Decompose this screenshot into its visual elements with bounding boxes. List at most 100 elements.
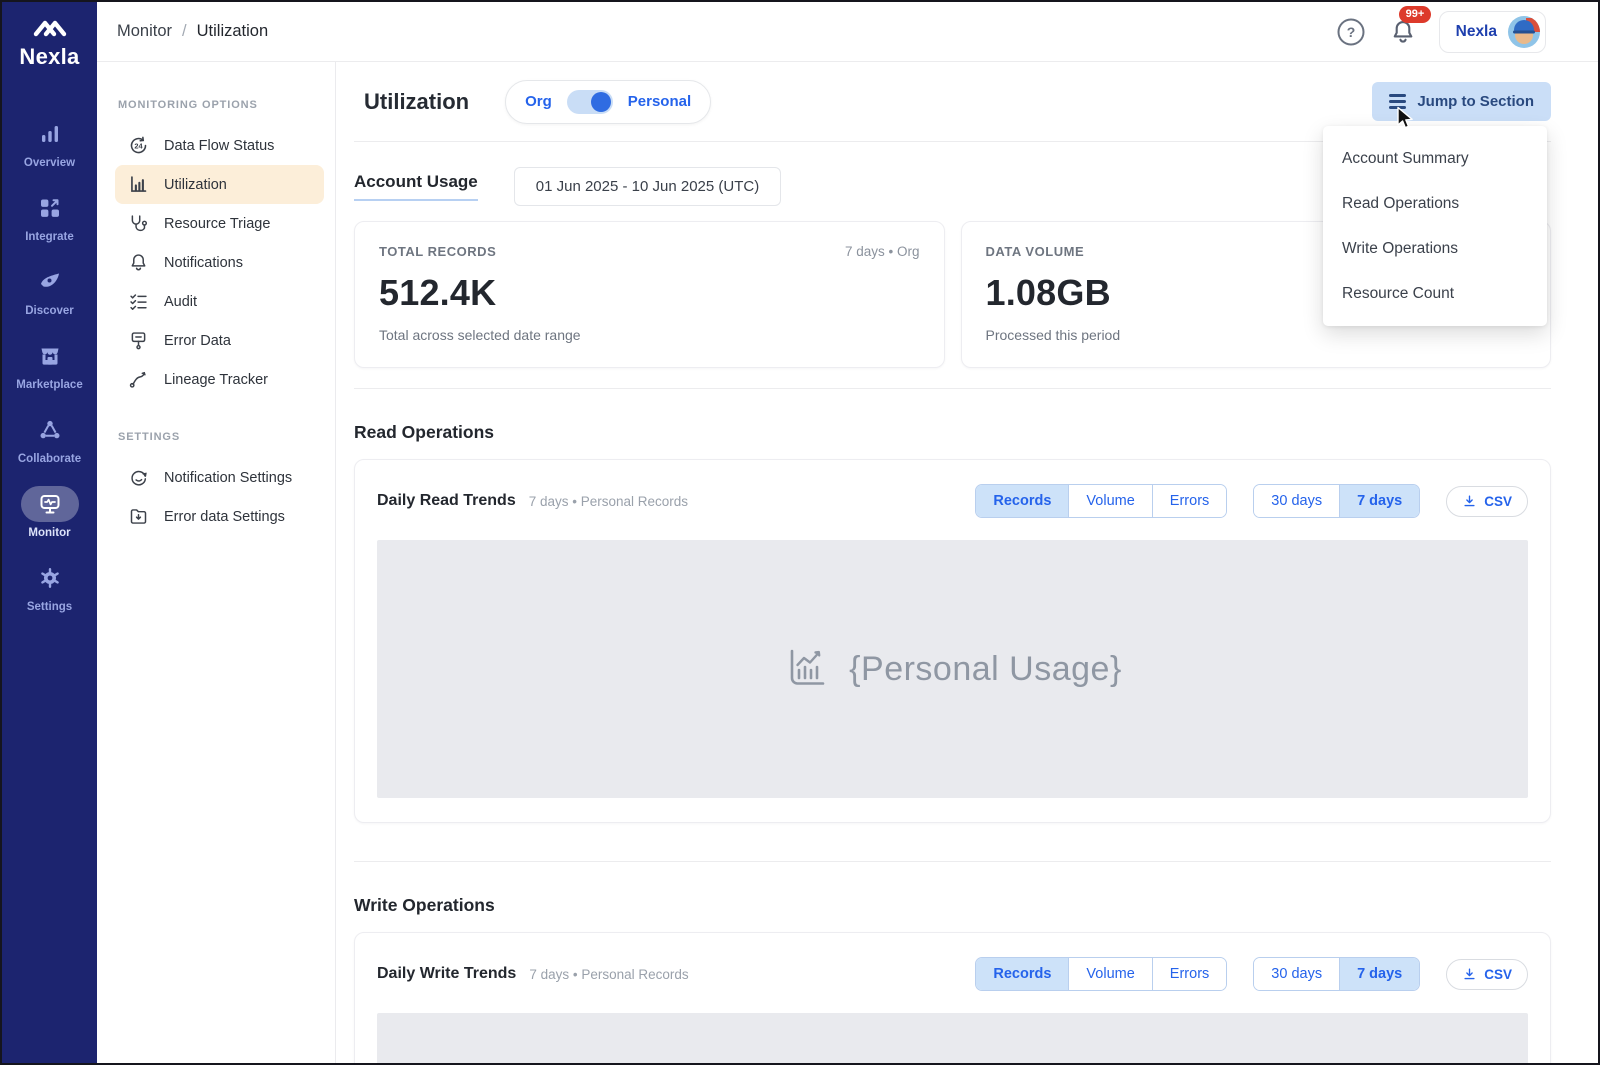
stethoscope-icon (127, 213, 149, 234)
sidebar-item-discover[interactable]: Discover (2, 264, 97, 317)
write-metric-segmented-control: Records Volume Errors (975, 957, 1227, 991)
user-chip[interactable]: Nexla (1439, 11, 1546, 53)
read-operations-heading: Read Operations (354, 422, 1551, 443)
dropdown-item-read-operations[interactable]: Read Operations (1323, 181, 1547, 226)
read-csv-download-button[interactable]: CSV (1446, 486, 1528, 517)
read-tab-records[interactable]: Records (976, 485, 1068, 517)
write-operations-heading: Write Operations (354, 895, 1551, 916)
write-tab-errors[interactable]: Errors (1152, 958, 1226, 990)
sidebar-item-error-data-settings[interactable]: Error data Settings (115, 497, 324, 536)
daily-read-trends-title: Daily Read Trends (377, 492, 516, 510)
monitoring-options-label: MONITORING OPTIONS (118, 99, 324, 111)
nexla-logo[interactable]: Nexla (19, 15, 79, 70)
sidebar-item-error-data[interactable]: Error Data (115, 321, 324, 360)
nexla-logo-text: Nexla (19, 44, 79, 70)
daily-write-trends-card: Daily Write Trends 7 days • Personal Rec… (354, 932, 1551, 1065)
toggle-org-label[interactable]: Org (525, 93, 552, 110)
write-chart-placeholder (377, 1013, 1528, 1065)
read-tab-volume[interactable]: Volume (1068, 485, 1151, 517)
write-tab-volume[interactable]: Volume (1068, 958, 1151, 990)
read-range-30-days[interactable]: 30 days (1254, 485, 1339, 517)
daily-write-trends-title: Daily Write Trends (377, 965, 516, 983)
breadcrumb-monitor[interactable]: Monitor (117, 22, 172, 41)
stat-label: TOTAL RECORDS (379, 244, 496, 259)
sidebar-item-overview[interactable]: Overview (2, 116, 97, 169)
read-tab-errors[interactable]: Errors (1152, 485, 1226, 517)
daily-read-trends-card: Daily Read Trends 7 days • Personal Reco… (354, 459, 1551, 823)
error-data-icon (127, 330, 149, 351)
write-range-30-days[interactable]: 30 days (1254, 958, 1339, 990)
sidebar-item-utilization[interactable]: Utilization (115, 165, 324, 204)
sidebar-item-integrate[interactable]: Integrate (2, 190, 97, 243)
placeholder-text: {Personal Usage} (849, 650, 1122, 689)
sidebar-item-collaborate[interactable]: Collaborate (2, 412, 97, 465)
divider (354, 861, 1551, 862)
notification-settings-icon (127, 467, 149, 488)
gear-icon (21, 560, 79, 596)
sidebar-item-settings[interactable]: Settings (2, 560, 97, 613)
clock-24-icon: 24 (127, 135, 149, 156)
stat-meta: 7 days • Org (845, 244, 920, 259)
nexla-logo-icon (30, 15, 70, 41)
user-name: Nexla (1456, 23, 1497, 41)
sidebar-item-notifications[interactable]: Notifications (115, 243, 324, 282)
write-tab-records[interactable]: Records (976, 958, 1068, 990)
jump-to-section-button[interactable]: Jump to Section (1372, 82, 1551, 121)
integrate-icon (21, 190, 79, 226)
sidebar-item-data-flow-status[interactable]: 24 Data Flow Status (115, 126, 324, 165)
primary-sidebar: Nexla Overview Integrate Discover (2, 2, 97, 1063)
dropdown-item-resource-count[interactable]: Resource Count (1323, 271, 1547, 316)
discover-icon (21, 264, 79, 300)
app-window: Nexla Overview Integrate Discover (0, 0, 1600, 1065)
daily-read-trends-meta: 7 days • Personal Records (529, 494, 688, 509)
org-personal-toggle[interactable]: Org Personal (505, 80, 711, 124)
toggle-switch[interactable] (567, 90, 613, 114)
read-metric-segmented-control: Records Volume Errors (975, 484, 1227, 518)
stat-subtitle: Total across selected date range (379, 327, 920, 343)
total-records-card: TOTAL RECORDS 7 days • Org 512.4K Total … (354, 221, 945, 368)
hamburger-icon (1389, 94, 1406, 108)
bar-chart-icon (127, 174, 149, 195)
sidebar-item-marketplace[interactable]: Marketplace (2, 338, 97, 391)
dropdown-item-account-summary[interactable]: Account Summary (1323, 136, 1547, 181)
date-range-picker[interactable]: 01 Jun 2025 - 10 Jun 2025 (UTC) (514, 167, 781, 206)
svg-text:?: ? (1346, 24, 1355, 40)
sidebar-item-notification-settings[interactable]: Notification Settings (115, 458, 324, 497)
top-bar: Monitor / Utilization ? 99+ Nexla (97, 2, 1598, 62)
bell-outline-icon (127, 252, 149, 273)
download-icon (1462, 494, 1477, 509)
lineage-icon (127, 369, 149, 390)
breadcrumb-utilization: Utilization (197, 22, 269, 41)
marketplace-icon (21, 338, 79, 374)
sidebar-item-lineage-tracker[interactable]: Lineage Tracker (115, 360, 324, 399)
account-usage-heading: Account Usage (354, 172, 478, 201)
write-range-7-days[interactable]: 7 days (1339, 958, 1419, 990)
sidebar-item-monitor[interactable]: Monitor (2, 486, 97, 539)
jump-to-section-dropdown: Account Summary Read Operations Write Op… (1323, 126, 1547, 326)
svg-text:24: 24 (134, 142, 143, 151)
checklist-icon (127, 291, 149, 312)
toggle-personal-label[interactable]: Personal (628, 93, 691, 110)
sidebar-item-audit[interactable]: Audit (115, 282, 324, 321)
divider (354, 388, 1551, 389)
stat-value: 512.4K (379, 272, 920, 314)
settings-section-label: SETTINGS (118, 431, 324, 443)
read-chart-placeholder: {Personal Usage} (377, 540, 1528, 798)
write-range-segmented-control: 30 days 7 days (1253, 957, 1420, 991)
notification-badge: 99+ (1399, 6, 1432, 23)
monitor-sidebar: MONITORING OPTIONS 24 Data Flow Status U… (97, 62, 336, 1063)
notifications-button[interactable]: 99+ (1387, 16, 1419, 48)
dropdown-item-write-operations[interactable]: Write Operations (1323, 226, 1547, 271)
collaborate-icon (21, 412, 79, 448)
write-csv-download-button[interactable]: CSV (1446, 959, 1528, 990)
overview-icon (21, 116, 79, 152)
breadcrumb: Monitor / Utilization (117, 22, 268, 41)
stat-label: DATA VOLUME (986, 244, 1085, 259)
sidebar-item-resource-triage[interactable]: Resource Triage (115, 204, 324, 243)
page-title: Utilization (364, 89, 469, 115)
chart-placeholder-icon (783, 645, 831, 693)
help-icon: ? (1336, 17, 1366, 47)
read-range-7-days[interactable]: 7 days (1339, 485, 1419, 517)
help-button[interactable]: ? (1335, 16, 1367, 48)
download-icon (1462, 967, 1477, 982)
